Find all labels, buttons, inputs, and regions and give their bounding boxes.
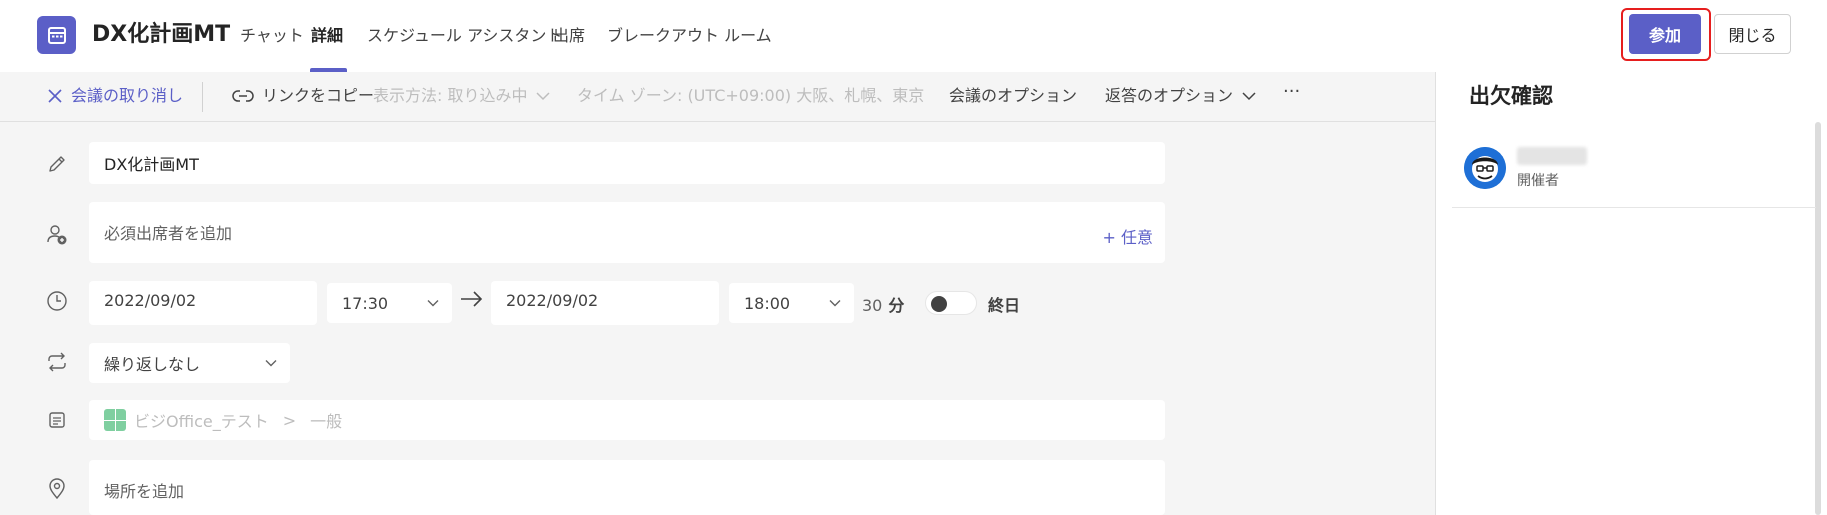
channel-name: 一般 [310, 412, 343, 431]
tab-chat[interactable]: チャット [240, 24, 304, 48]
show-as-dropdown[interactable]: 表示方法: 取り込み中 [373, 84, 551, 108]
required-attendees-placeholder: 必須出席者を追加 [104, 224, 233, 243]
end-date-value: 2022/09/02 [506, 291, 599, 310]
repeat-value: 繰り返しなし [104, 355, 201, 374]
attendee-role: 開催者 [1517, 173, 1559, 189]
start-date-picker[interactable]: 2022/09/02 [89, 281, 317, 325]
end-time-value: 18:00 [744, 293, 791, 313]
close-icon [48, 89, 62, 103]
tab-attendance[interactable]: 出席 [553, 24, 585, 48]
all-day-label: 終日 [988, 296, 1021, 315]
location-placeholder: 場所を追加 [104, 482, 185, 501]
rsvp-title: 出欠確認 [1469, 84, 1553, 108]
add-person-icon [43, 221, 71, 249]
location-pin-icon [43, 475, 71, 503]
arrow-right-icon [461, 291, 483, 307]
join-button[interactable]: 参加 [1629, 14, 1701, 54]
team-icon [104, 409, 126, 431]
required-attendees-input[interactable]: 必須出席者を追加 + 任意 [89, 202, 1165, 263]
toolbar-divider [202, 82, 203, 112]
chevron-down-icon [536, 92, 551, 101]
chevron-down-icon [427, 300, 439, 307]
channel-icon [43, 406, 71, 434]
link-icon [232, 90, 254, 102]
meeting-toolbar: 会議の取り消し リンクをコピー 表示方法: 取り込み中 タイム ゾーン: (UT… [0, 72, 1435, 122]
start-time-value: 17:30 [342, 293, 389, 313]
start-date-value: 2022/09/02 [104, 291, 197, 310]
clock-icon [43, 287, 71, 315]
timezone-label: タイム ゾーン: (UTC+09:00) 大阪、札幌、東京 [577, 86, 925, 105]
tab-scheduling-assistant[interactable]: スケジュール アシスタント [367, 24, 562, 48]
chevron-down-icon [265, 360, 277, 367]
end-time-dropdown[interactable]: 18:00 [729, 283, 854, 323]
title-field[interactable]: DX化計画MT [89, 142, 1165, 184]
rsvp-panel [1436, 72, 1827, 515]
pencil-icon [43, 150, 71, 178]
avatar [1464, 147, 1506, 189]
all-day-toggle[interactable] [925, 291, 977, 315]
meeting-title: DX化計画MT [92, 22, 231, 47]
start-time-dropdown[interactable]: 17:30 [327, 283, 452, 323]
duration-unit: 分 [888, 296, 905, 315]
tab-details[interactable]: 詳細 [311, 24, 343, 48]
cancel-meeting-button[interactable]: 会議の取り消し [47, 84, 183, 108]
title-value: DX化計画MT [104, 155, 199, 174]
attendee-name-redacted [1517, 147, 1587, 165]
duration-display: 30 分 [862, 292, 904, 316]
toggle-knob [931, 296, 947, 312]
meeting-options-button[interactable]: 会議のオプション [949, 84, 1077, 108]
copy-link-button[interactable]: リンクをコピー [232, 84, 374, 108]
meeting-details-window: DX化計画MT チャット 詳細 スケジュール アシスタント 出席 ブレークアウト… [0, 0, 1827, 515]
location-input[interactable]: 場所を追加 [89, 460, 1165, 515]
end-date-picker[interactable]: 2022/09/02 [491, 281, 719, 325]
repeat-dropdown[interactable]: 繰り返しなし [89, 343, 290, 383]
attendee-divider [1452, 207, 1816, 208]
duration-value: 30 [862, 296, 883, 315]
calendar-icon [37, 16, 76, 54]
channel-field[interactable]: ビジOffice_テスト > 一般 [89, 400, 1165, 440]
copy-link-label: リンクをコピー [262, 86, 375, 105]
meeting-header: DX化計画MT チャット 詳細 スケジュール アシスタント 出席 ブレークアウト… [0, 0, 1827, 72]
chevron-down-icon [1242, 92, 1256, 101]
show-as-label: 表示方法: 取り込み中 [373, 86, 528, 105]
response-options-dropdown[interactable]: 返答のオプション [1105, 84, 1257, 108]
response-options-label: 返答のオプション [1105, 86, 1234, 105]
scrollbar[interactable] [1815, 122, 1821, 515]
tab-breakout-rooms[interactable]: ブレークアウト ルーム [607, 24, 772, 48]
repeat-icon [43, 348, 71, 376]
channel-team-name: ビジOffice_テスト [134, 412, 269, 431]
chevron-down-icon [829, 300, 841, 307]
close-button[interactable]: 閉じる [1714, 14, 1791, 54]
channel-separator: > [282, 410, 297, 430]
more-options-button[interactable]: ··· [1283, 80, 1300, 104]
add-optional-attendees-link[interactable]: + 任意 [1103, 224, 1154, 248]
cancel-meeting-label: 会議の取り消し [71, 86, 184, 105]
